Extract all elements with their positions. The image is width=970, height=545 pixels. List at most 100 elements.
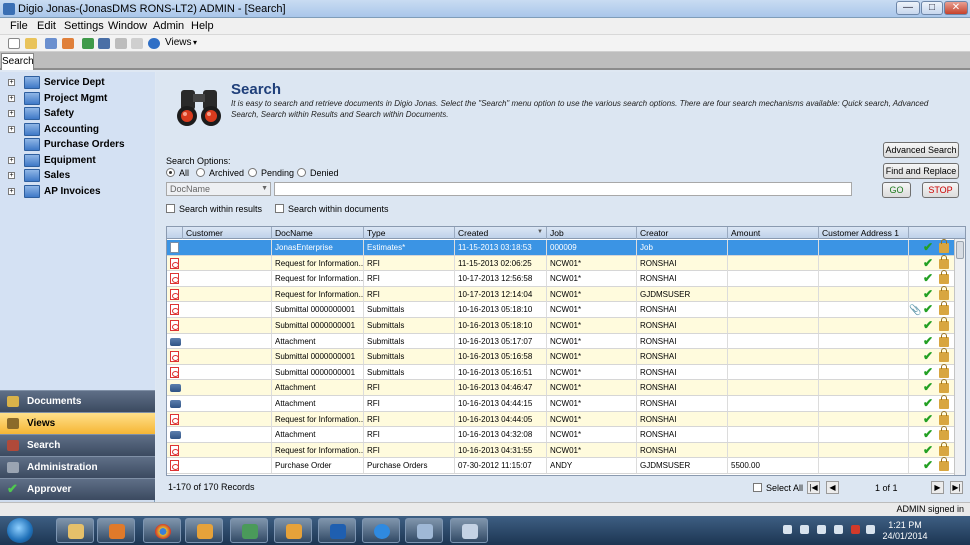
taskbar-explorer[interactable]: [56, 518, 94, 543]
lock-icon[interactable]: [939, 254, 949, 269]
taskbar-media-player[interactable]: [97, 518, 135, 543]
radio-denied[interactable]: Denied: [297, 168, 339, 178]
col-header-type[interactable]: Type: [364, 227, 455, 239]
tab-search[interactable]: Search: [1, 53, 34, 70]
lock-icon[interactable]: [939, 239, 949, 253]
clock[interactable]: 1:21 PM 24/01/2014: [880, 520, 930, 542]
field-select[interactable]: DocName ▼: [166, 182, 271, 196]
approved-check-icon[interactable]: ✔: [923, 412, 933, 427]
minimize-button[interactable]: —: [896, 1, 920, 15]
tree-item-service-dept[interactable]: + Service Dept: [8, 76, 153, 90]
menu-edit[interactable]: Edit: [37, 20, 56, 32]
chevron-down-icon[interactable]: ▼: [261, 183, 268, 195]
close-button[interactable]: ✕: [944, 1, 968, 15]
edit-icon[interactable]: [45, 38, 57, 49]
radio-all[interactable]: All: [166, 168, 189, 178]
col-header-created[interactable]: Created: [455, 227, 547, 239]
approved-check-icon[interactable]: ✔: [923, 443, 933, 458]
nav-approver[interactable]: ✔ Approver: [0, 478, 155, 500]
expand-icon[interactable]: +: [8, 95, 15, 102]
nav-administration[interactable]: Administration: [0, 456, 155, 478]
menu-help[interactable]: Help: [191, 20, 214, 32]
help-icon[interactable]: [148, 38, 160, 49]
start-button[interactable]: [7, 518, 33, 543]
lock-icon[interactable]: [939, 332, 949, 347]
open-folder-icon[interactable]: [25, 38, 37, 49]
chevron-down-icon[interactable]: ▾: [193, 38, 197, 47]
radio-pending[interactable]: Pending: [248, 168, 294, 178]
scroll-thumb[interactable]: [956, 241, 964, 259]
col-header-docname[interactable]: DocName: [272, 227, 364, 239]
first-page-button[interactable]: |◀: [807, 481, 820, 494]
table-row[interactable]: Attachment RFI 10-16-2013 04:46:47 NCW01* RO…: [167, 379, 955, 396]
menu-settings[interactable]: Settings: [64, 20, 104, 32]
table-row[interactable]: JonasEnterprise Estimates* 11-15-2013 03:1…: [167, 239, 955, 256]
lock-icon[interactable]: [939, 426, 949, 441]
lock-icon[interactable]: [939, 301, 949, 316]
approved-check-icon[interactable]: ✔: [923, 349, 933, 364]
taskbar-window-1[interactable]: [405, 518, 443, 543]
tray-icon[interactable]: [817, 525, 826, 534]
lock-icon[interactable]: [939, 285, 949, 300]
col-header-amount[interactable]: Amount: [728, 227, 819, 239]
approved-check-icon[interactable]: ✔: [923, 287, 933, 302]
tray-icon[interactable]: [834, 525, 843, 534]
approved-check-icon[interactable]: ✔: [923, 365, 933, 380]
approved-check-icon[interactable]: ✔: [923, 380, 933, 395]
lock-icon[interactable]: [939, 441, 949, 456]
approved-check-icon[interactable]: ✔: [923, 396, 933, 411]
table-row[interactable]: Submittal 0000000001 Submittals 10-16-2013…: [167, 363, 955, 381]
new-icon[interactable]: [8, 38, 20, 49]
table-row[interactable]: Submittal 0000000001 Submittals 10-16-2013…: [167, 301, 955, 318]
col-header-customer-address[interactable]: Customer Address 1: [819, 227, 909, 239]
vertical-scrollbar[interactable]: [954, 239, 965, 475]
select-all-checkbox[interactable]: Select All: [753, 483, 803, 493]
search-within-documents-checkbox[interactable]: Search within documents: [275, 204, 389, 214]
taskbar-jonas-1[interactable]: [185, 518, 223, 543]
scan-icon[interactable]: [98, 38, 110, 49]
nav-documents[interactable]: Documents: [0, 390, 155, 412]
advanced-search-button[interactable]: Advanced Search: [883, 142, 959, 158]
taskbar-chrome[interactable]: [143, 518, 181, 543]
menu-file[interactable]: File: [10, 20, 28, 32]
taskbar-jonas-2[interactable]: [274, 518, 312, 543]
tree-item-sales[interactable]: + Sales: [8, 169, 153, 183]
lock-icon[interactable]: [939, 317, 949, 331]
excel-icon[interactable]: [82, 38, 94, 49]
go-button[interactable]: GO: [882, 182, 911, 198]
search-within-results-checkbox[interactable]: Search within results: [166, 204, 262, 214]
col-header-creator[interactable]: Creator: [637, 227, 728, 239]
approved-check-icon[interactable]: ✔: [923, 458, 933, 473]
menu-window[interactable]: Window: [108, 20, 147, 32]
tray-icon[interactable]: [800, 525, 809, 534]
approved-check-icon[interactable]: ✔: [923, 318, 933, 333]
tree-item-purchase-orders[interactable]: Purchase Orders: [8, 138, 153, 152]
expand-icon[interactable]: +: [8, 126, 15, 133]
radio-indicator[interactable]: [248, 168, 257, 177]
table-row[interactable]: Submittal 0000000001 Submittals 10-16-2013…: [167, 317, 955, 334]
taskbar-window-2[interactable]: [450, 518, 488, 543]
lock-icon[interactable]: [939, 363, 949, 378]
volume-icon[interactable]: [866, 525, 875, 534]
tree-item-ap-invoices[interactable]: + AP Invoices: [8, 185, 153, 199]
table-row[interactable]: Request for Information... RFI 10-17-2013 …: [167, 285, 955, 303]
checkbox-box[interactable]: [275, 204, 284, 213]
tray-icon[interactable]: [851, 525, 860, 534]
approved-check-icon[interactable]: ✔: [923, 240, 933, 255]
col-header-job[interactable]: Job: [547, 227, 637, 239]
table-row[interactable]: Request for Information... RFI 10-16-2013 …: [167, 410, 955, 428]
tree-item-equipment[interactable]: + Equipment: [8, 154, 153, 168]
table-row[interactable]: Submittal 0000000001 Submittals 10-16-2013…: [167, 348, 955, 365]
tree-item-accounting[interactable]: + Accounting: [8, 123, 153, 137]
lock-icon[interactable]: [939, 348, 949, 363]
views-dropdown[interactable]: Views: [165, 37, 192, 48]
checkbox-box[interactable]: [166, 204, 175, 213]
menu-admin[interactable]: Admin: [153, 20, 184, 32]
lock-icon[interactable]: [939, 457, 949, 472]
expand-icon[interactable]: +: [8, 79, 15, 86]
lock-icon[interactable]: [939, 270, 949, 285]
expand-icon[interactable]: +: [8, 157, 15, 164]
expand-icon[interactable]: +: [8, 188, 15, 195]
approved-check-icon[interactable]: ✔: [923, 271, 933, 286]
col-header-customer[interactable]: Customer: [183, 227, 272, 239]
